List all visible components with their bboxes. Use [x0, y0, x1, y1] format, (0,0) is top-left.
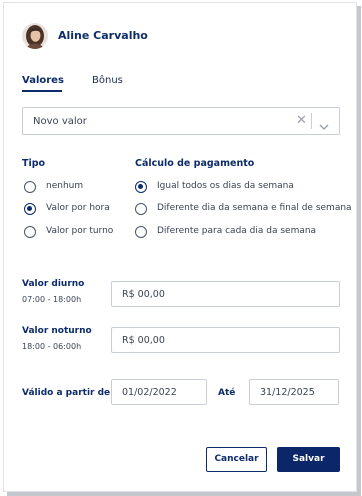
valor-noturno-label: Valor noturno	[22, 326, 92, 336]
radio-button[interactable]	[135, 226, 147, 238]
end-date-input[interactable]: 31/12/2025	[249, 379, 339, 405]
radio-button[interactable]	[24, 181, 36, 193]
radio-button[interactable]	[24, 203, 36, 215]
radio-label: Valor por hora	[46, 203, 110, 213]
tipo-title: Tipo	[22, 158, 46, 169]
start-date-input[interactable]: 01/02/2022	[111, 379, 207, 405]
tab-valores[interactable]: Valores	[22, 75, 64, 86]
valor-diurno-value: R$ 00,00	[122, 289, 165, 300]
avatar	[22, 23, 48, 49]
valor-noturno-input[interactable]: R$ 00,00	[111, 327, 340, 353]
radio-button[interactable]	[24, 226, 36, 238]
user-name: Aline Carvalho	[58, 29, 148, 42]
valor-diurno-input[interactable]: R$ 00,00	[111, 281, 340, 307]
active-tab-indicator	[22, 90, 62, 92]
ate-label: Até	[218, 388, 236, 398]
radio-label: Diferente dia da semana e final de seman…	[157, 203, 352, 213]
start-date-value: 01/02/2022	[122, 387, 177, 398]
close-icon[interactable]: ✕	[296, 113, 307, 129]
valor-diurno-label: Valor diurno	[22, 279, 85, 289]
chevron-down-icon[interactable]	[319, 117, 329, 130]
value-select-value: Novo valor	[33, 116, 87, 127]
valor-noturno-hours: 18:00 - 06:00h	[22, 342, 82, 351]
radio-label: Igual todos os dias da semana	[157, 181, 294, 191]
radio-label: Valor por turno	[46, 226, 114, 236]
cancel-button[interactable]: Cancelar	[206, 447, 267, 472]
radio-label: Diferente para cada dia da semana	[157, 226, 317, 236]
valor-noturno-value: R$ 00,00	[122, 335, 165, 346]
radio-button[interactable]	[135, 203, 147, 215]
radio-label: nenhum	[46, 181, 84, 191]
end-date-value: 31/12/2025	[260, 387, 315, 398]
radio-button[interactable]	[135, 181, 147, 193]
tab-bonus[interactable]: Bônus	[92, 75, 123, 86]
valor-diurno-hours: 07:00 - 18:00h	[22, 295, 82, 304]
save-button[interactable]: Salvar	[277, 447, 340, 472]
select-separator	[311, 113, 312, 129]
payment-settings-panel: Aline Carvalho Valores Bônus Novo valor …	[3, 2, 357, 492]
valido-label: Válido a partir de	[22, 388, 111, 398]
value-select[interactable]: Novo valor ✕	[22, 107, 340, 135]
calculo-title: Cálculo de pagamento	[135, 158, 255, 169]
